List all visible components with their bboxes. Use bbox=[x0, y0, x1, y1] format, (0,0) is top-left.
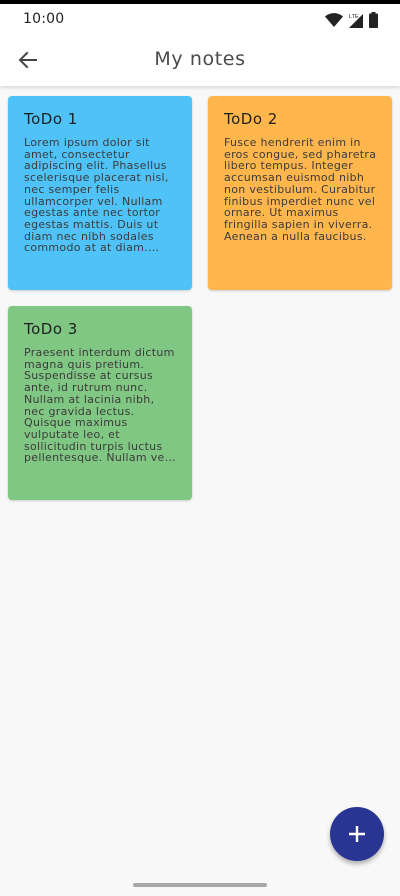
wifi-icon bbox=[325, 13, 343, 27]
note-title: ToDo 1 bbox=[24, 110, 78, 128]
note-title: ToDo 2 bbox=[224, 110, 278, 128]
app-bar: My notes bbox=[0, 36, 400, 86]
gesture-nav-area bbox=[0, 874, 400, 896]
note-title: ToDo 3 bbox=[24, 320, 78, 338]
cellular-signal-icon: LTE bbox=[349, 14, 363, 28]
battery-icon bbox=[369, 12, 378, 28]
note-body: Lorem ipsum dolor sit amet, consectetur … bbox=[24, 137, 169, 255]
note-card-todo-3[interactable]: ToDo 3 Praesent interdum dictum magna qu… bbox=[8, 306, 192, 500]
note-card-todo-1[interactable]: ToDo 1 Lorem ipsum dolor sit amet, conse… bbox=[8, 96, 192, 290]
note-body: Praesent interdum dictum magna quis pret… bbox=[24, 347, 175, 465]
status-icons: LTE bbox=[325, 12, 378, 28]
home-indicator[interactable] bbox=[133, 883, 267, 887]
status-time: 10:00 bbox=[23, 11, 65, 27]
note-card-todo-2[interactable]: ToDo 2 Fusce hendrerit enim in eros cong… bbox=[208, 96, 392, 290]
plus-icon bbox=[349, 826, 365, 842]
page-title: My notes bbox=[154, 48, 246, 70]
note-body: Fusce hendrerit enim in eros congue, sed… bbox=[224, 137, 377, 243]
network-type-label: LTE bbox=[349, 14, 359, 20]
app-screen: 10:00 LTE My notes ToDo 1 Lorem ipsum do… bbox=[0, 0, 400, 896]
status-bar: 10:00 LTE bbox=[0, 4, 400, 36]
add-note-button[interactable] bbox=[330, 807, 384, 861]
